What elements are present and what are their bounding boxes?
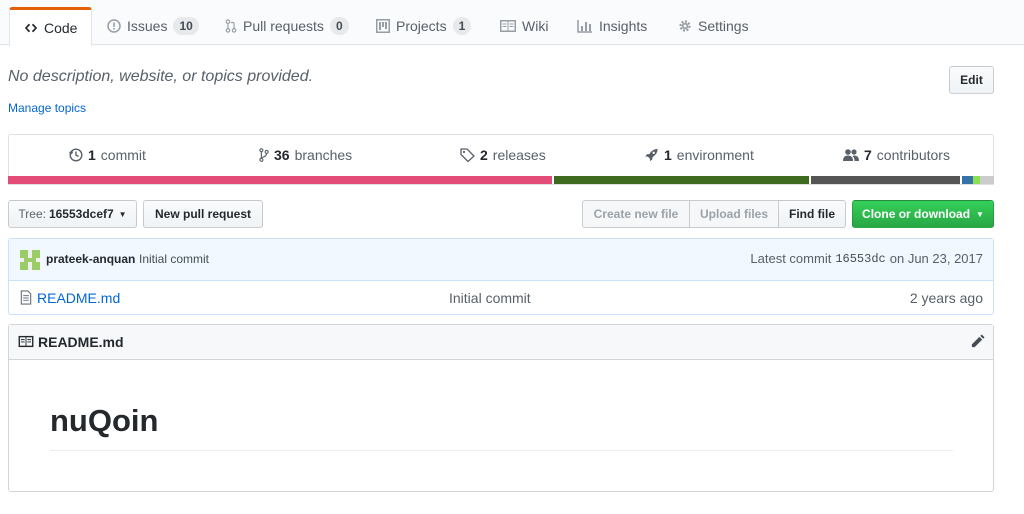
tree-value: 16553dcef7 [48, 207, 114, 221]
readme-heading: nuQoin [50, 403, 159, 438]
repo-description: No description, website, or topics provi… [8, 68, 314, 85]
tab-wiki[interactable]: Wiki [486, 7, 562, 45]
releases-label: releases [492, 147, 546, 163]
commit-sha[interactable]: 16553dc [835, 252, 885, 266]
book-icon [18, 335, 34, 351]
tab-issues[interactable]: Issues 10 [93, 7, 213, 45]
branches-count: 36 [274, 147, 290, 163]
manage-topics-link[interactable]: Manage topics [8, 101, 86, 115]
commit-message[interactable]: Initial commit [139, 252, 209, 266]
tab-label: Projects [396, 18, 447, 34]
releases-link[interactable]: 2 releases [460, 147, 546, 163]
upload-files-button[interactable]: Upload files [689, 200, 779, 228]
tree-label: Tree: [18, 207, 46, 221]
history-icon [69, 148, 83, 162]
contributors-link[interactable]: 7 contributors [843, 147, 950, 163]
code-icon [24, 21, 38, 35]
chevron-down-icon: ▼ [976, 209, 984, 219]
project-icon [376, 19, 390, 33]
tab-label: Settings [698, 18, 749, 34]
commits-link[interactable]: 1 commit [69, 147, 146, 163]
branches-link[interactable]: 36 branches [259, 147, 352, 163]
issue-icon [107, 19, 121, 33]
clone-label: Clone or download [862, 207, 971, 221]
commit-tease: prateek-anquan Initial commit Latest com… [9, 239, 993, 281]
find-file-button[interactable]: Find file [778, 200, 846, 228]
latest-commit: Latest commit 16553dc on Jun 23, 2017 [750, 251, 983, 266]
pencil-icon[interactable] [970, 334, 985, 352]
repo-nav: Code Issues 10 Pull requests 0 Projects … [0, 0, 1024, 46]
language-segment[interactable] [973, 176, 981, 184]
tab-label: Wiki [522, 18, 549, 34]
pull-requests-counter: 0 [329, 17, 349, 35]
language-segment[interactable] [810, 176, 961, 184]
language-segment[interactable] [554, 176, 809, 184]
issues-counter: 10 [173, 17, 199, 35]
tab-label: Pull requests [243, 18, 324, 34]
file-commit-message[interactable]: Initial commit [449, 290, 531, 306]
file-navigation: prateek-anquan Initial commit Latest com… [8, 238, 994, 315]
tab-settings[interactable]: Settings [664, 7, 763, 45]
language-segment[interactable] [8, 176, 553, 184]
tab-insights[interactable]: Insights [563, 7, 661, 45]
contributors-label: contributors [876, 147, 950, 163]
tab-projects[interactable]: Projects 1 [362, 7, 485, 45]
pull-request-icon [225, 19, 237, 33]
language-segment[interactable] [980, 176, 994, 184]
commit-date: on Jun 23, 2017 [889, 251, 983, 266]
file-name-link[interactable]: README.md [37, 290, 120, 306]
tab-label: Issues [127, 18, 168, 34]
new-pull-request-button[interactable]: New pull request [143, 200, 263, 228]
edit-button[interactable]: Edit [949, 66, 994, 94]
readme-content: nuQoin [50, 403, 953, 451]
branch-select-button[interactable]: Tree: 16553dcef7 ▼ [8, 200, 137, 228]
readme-filename: README.md [38, 334, 124, 350]
contributors-count: 7 [864, 147, 872, 163]
language-bar[interactable] [8, 176, 994, 184]
readme-header: README.md [9, 325, 993, 360]
gear-icon [678, 19, 692, 33]
environments-label: environment [676, 147, 754, 163]
tab-pull-requests[interactable]: Pull requests 0 [211, 7, 363, 45]
tag-icon [460, 148, 475, 162]
chevron-down-icon: ▼ [118, 209, 127, 219]
commits-count: 1 [88, 147, 96, 163]
environments-count: 1 [664, 147, 672, 163]
tab-label: Insights [599, 18, 648, 34]
tab-code[interactable]: Code [9, 7, 93, 46]
branch-icon [259, 148, 269, 162]
graph-icon [577, 19, 593, 33]
releases-count: 2 [480, 147, 488, 163]
people-icon [843, 148, 859, 162]
create-new-file-button[interactable]: Create new file [582, 200, 690, 228]
clone-download-button[interactable]: Clone or download ▼ [852, 200, 994, 228]
branches-label: branches [294, 147, 353, 163]
commits-label: commit [100, 147, 146, 163]
projects-counter: 1 [452, 17, 472, 35]
file-age: 2 years ago [909, 290, 983, 306]
avatar[interactable] [20, 250, 40, 270]
latest-commit-label: Latest commit [750, 251, 832, 266]
commit-author[interactable]: prateek-anquan [46, 252, 135, 266]
environments-link[interactable]: 1 environment [644, 147, 754, 163]
table-row: README.md Initial commit 2 years ago [9, 281, 993, 315]
readme-box: README.md nuQoin [8, 324, 994, 492]
file-icon [20, 290, 32, 308]
language-segment[interactable] [962, 176, 974, 184]
tab-label: Code [44, 20, 78, 36]
rocket-icon [644, 148, 659, 162]
book-icon [500, 19, 516, 33]
